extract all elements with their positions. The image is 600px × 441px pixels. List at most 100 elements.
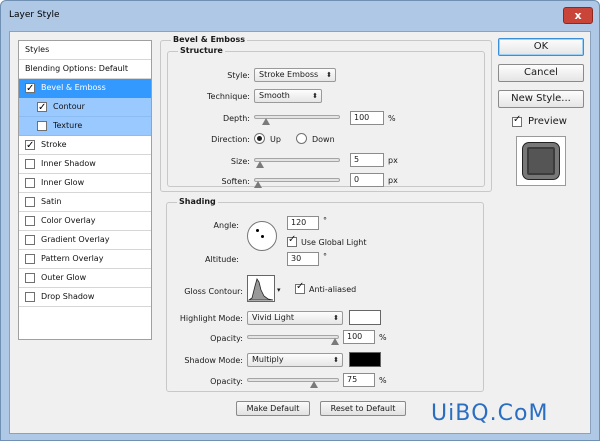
style-checkbox[interactable] <box>25 254 35 264</box>
highlight-mode-label: Highlight Mode: <box>179 314 243 323</box>
close-button[interactable]: x <box>563 7 593 24</box>
soften-slider-thumb[interactable] <box>254 181 262 188</box>
sidebar-item-label: Satin <box>41 197 62 206</box>
triangle-down-icon[interactable]: ▾ <box>277 286 281 294</box>
highlight-mode-dropdown[interactable]: Vivid Light ⬍ <box>247 311 343 325</box>
style-checkbox[interactable] <box>25 137 35 155</box>
size-unit: px <box>388 156 398 165</box>
sidebar-item[interactable]: Bevel & Emboss <box>19 79 151 98</box>
soften-slider[interactable] <box>254 178 340 182</box>
style-label: Style: <box>227 71 250 80</box>
sidebar-item[interactable]: Satin <box>19 193 151 212</box>
sidebar-item-label: Stroke <box>41 140 67 149</box>
sidebar-item[interactable]: Pattern Overlay <box>19 250 151 269</box>
sidebar-item[interactable]: Color Overlay <box>19 212 151 231</box>
shadow-opacity-input[interactable]: 75 <box>343 373 375 387</box>
style-checkbox[interactable] <box>25 178 35 188</box>
style-value: Stroke Emboss <box>259 70 319 79</box>
anti-aliased-label: Anti-aliased <box>309 285 357 294</box>
size-slider[interactable] <box>254 158 340 162</box>
style-checkbox[interactable] <box>37 121 47 131</box>
style-dropdown[interactable]: Stroke Emboss ⬍ <box>254 68 336 82</box>
sidebar-item[interactable]: Inner Shadow <box>19 155 151 174</box>
highlight-opacity-slider[interactable] <box>247 335 339 339</box>
ok-button[interactable]: OK <box>498 38 584 56</box>
size-label: Size: <box>230 157 250 166</box>
style-checkbox[interactable] <box>25 80 35 98</box>
styles-list: Styles Blending Options: Default Bevel & E… <box>18 40 152 340</box>
sidebar-item[interactable]: Stroke <box>19 136 151 155</box>
shading-group: Shading Angle: 120 ° Use Global Light Al… <box>166 197 484 392</box>
style-checkbox[interactable] <box>25 273 35 283</box>
depth-label: Depth: <box>222 114 250 123</box>
size-slider-thumb[interactable] <box>255 161 264 168</box>
cancel-button[interactable]: Cancel <box>498 64 584 82</box>
make-default-button[interactable]: Make Default <box>236 401 310 416</box>
angle-label: Angle: <box>213 221 239 230</box>
sidebar-item[interactable]: Gradient Overlay <box>19 231 151 250</box>
style-checkbox[interactable] <box>25 292 35 302</box>
sidebar-item-label: Texture <box>53 121 83 130</box>
angle-dial[interactable] <box>247 221 277 251</box>
reset-to-default-button[interactable]: Reset to Default <box>320 401 406 416</box>
gloss-contour-preview[interactable] <box>247 275 275 302</box>
style-checkbox[interactable] <box>25 216 35 226</box>
structure-group: Structure Style: Stroke Emboss ⬍ Techniq… <box>167 46 485 188</box>
watermark-text: UiBQ.CoM <box>431 401 549 426</box>
soften-label: Soften: <box>221 177 250 186</box>
preview-shape <box>523 143 559 179</box>
style-checkbox[interactable] <box>37 99 47 117</box>
sidebar-item-label: Color Overlay <box>41 216 96 225</box>
highlight-opacity-thumb[interactable] <box>331 338 339 345</box>
depth-slider-thumb[interactable] <box>261 118 270 125</box>
sidebar-item-label: Gradient Overlay <box>41 235 110 244</box>
direction-up-radio[interactable] <box>254 133 265 144</box>
preview-label: Preview <box>528 116 567 127</box>
style-checkbox[interactable] <box>25 159 35 169</box>
shadow-opacity-unit: % <box>379 376 387 385</box>
shadow-color-swatch[interactable] <box>349 352 381 367</box>
technique-label: Technique: <box>207 92 250 101</box>
sidebar-item-label: Inner Glow <box>41 178 85 187</box>
anti-aliased-checkbox[interactable] <box>295 281 305 294</box>
chevron-updown-icon: ⬍ <box>333 314 339 322</box>
sidebar-item[interactable]: Outer Glow <box>19 269 151 288</box>
altitude-label: Altitude: <box>205 255 239 264</box>
sidebar-item[interactable]: Texture <box>19 117 151 136</box>
preview-checkbox[interactable] <box>512 114 522 127</box>
shadow-opacity-thumb[interactable] <box>310 381 318 388</box>
altitude-unit: ° <box>323 252 327 261</box>
technique-dropdown[interactable]: Smooth ⬍ <box>254 89 322 103</box>
size-input[interactable]: 5 <box>350 153 384 167</box>
shading-title: Shading <box>177 197 218 206</box>
highlight-color-swatch[interactable] <box>349 310 381 325</box>
structure-title: Structure <box>178 46 225 55</box>
window-title: Layer Style <box>9 10 60 20</box>
shadow-mode-value: Multiply <box>252 355 284 364</box>
angle-unit: ° <box>323 216 327 225</box>
sidebar-item-label: Contour <box>53 102 85 111</box>
depth-input[interactable]: 100 <box>350 111 384 125</box>
style-checkbox[interactable] <box>25 235 35 245</box>
sidebar-item[interactable]: Styles <box>19 41 151 60</box>
direction-label: Direction: <box>211 135 250 144</box>
use-global-light-checkbox[interactable] <box>287 234 297 247</box>
layer-style-dialog: Layer Style x Styles Blending Options: De… <box>0 0 600 441</box>
style-checkbox[interactable] <box>25 197 35 207</box>
sidebar-item[interactable]: Inner Glow <box>19 174 151 193</box>
direction-down-radio[interactable] <box>296 133 307 144</box>
altitude-input[interactable]: 30 <box>287 252 319 266</box>
new-style-button[interactable]: New Style... <box>498 90 584 108</box>
sidebar-item-label: Pattern Overlay <box>41 254 104 263</box>
soften-input[interactable]: 0 <box>350 173 384 187</box>
sidebar-item[interactable]: Drop Shadow <box>19 288 151 307</box>
shadow-opacity-slider[interactable] <box>247 378 339 382</box>
sidebar-item[interactable]: Contour <box>19 98 151 117</box>
highlight-opacity-input[interactable]: 100 <box>343 330 375 344</box>
shadow-opacity-label: Opacity: <box>210 377 243 386</box>
bevel-emboss-group: Bevel & Emboss Structure Style: Stroke E… <box>160 35 492 192</box>
title-bar: Layer Style x <box>1 1 599 31</box>
sidebar-item[interactable]: Blending Options: Default <box>19 60 151 79</box>
angle-input[interactable]: 120 <box>287 216 319 230</box>
shadow-mode-dropdown[interactable]: Multiply ⬍ <box>247 353 343 367</box>
